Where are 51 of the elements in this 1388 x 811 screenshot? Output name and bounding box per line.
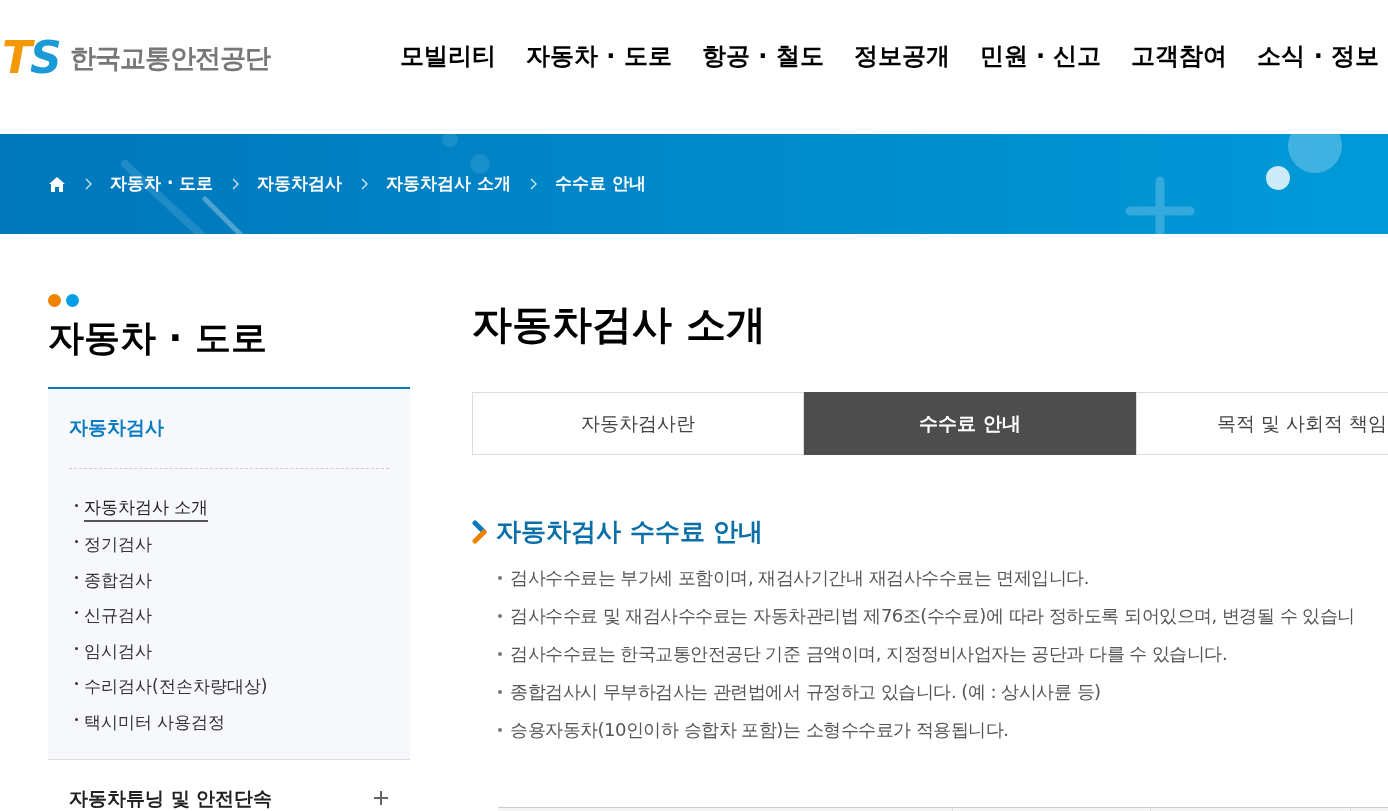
nav-link[interactable]: 소식 · 정보	[1257, 38, 1380, 74]
sidebar-link[interactable]: 수리검사(전손차량대상)	[84, 674, 268, 700]
chevron-right-icon	[84, 178, 92, 190]
breadcrumb-link[interactable]: 자동차 · 도로	[110, 171, 214, 197]
bullet-icon	[498, 575, 502, 580]
bullet-icon	[75, 646, 78, 650]
bullet-icon	[75, 611, 78, 615]
note-text: 검사수수료는 한국교통안전공단 기준 금액이며, 지정정비사업자는 공단과 다를 수 있습니다.	[510, 642, 1228, 666]
sidebar-link[interactable]: 신규검사	[84, 603, 152, 629]
bullet-icon	[75, 575, 78, 579]
sidebar-link[interactable]: 자동차검사 소개	[84, 494, 209, 522]
chevron-right-icon	[360, 178, 369, 190]
note-text: 검사수수료 및 재검사수수료는 자동차관리법 제76조(수수료)에 따라 정하도록 되어있으며, 변경될 수 있습니	[510, 604, 1355, 628]
sidebar-link[interactable]: 종합검사	[84, 567, 152, 593]
breadcrumb-link[interactable]: 자동차검사 소개	[386, 171, 512, 197]
note-text: 검사수수료는 부가세 포함이며, 재검사기간내 재검사수수료는 면제입니다.	[510, 566, 1090, 590]
bullet-icon	[498, 727, 502, 732]
sidebar-link[interactable]: 임시검사	[84, 638, 152, 664]
bullet-icon	[498, 689, 502, 694]
sidebar-group[interactable]: 자동차튜닝 및 안전단속	[69, 784, 273, 811]
nav-link[interactable]: 고객참여	[1131, 38, 1228, 74]
sidebar-group[interactable]: 자동차검사	[69, 413, 389, 442]
page-title: 자동차검사 소개	[472, 300, 767, 349]
bullet-icon	[75, 503, 78, 507]
nav-link[interactable]: 정보공개	[853, 38, 950, 74]
plus-icon[interactable]	[373, 790, 389, 807]
bullet-icon	[498, 613, 502, 618]
nav-link[interactable]: 항공 · 철도	[701, 38, 824, 74]
tab[interactable]: 자동차검사란	[472, 392, 804, 455]
bullet-icon	[75, 682, 78, 686]
logo-text: 한국교통안전공단	[69, 41, 270, 75]
sidebar-link[interactable]: 정기검사	[84, 532, 152, 558]
chevron-right-icon	[231, 178, 240, 190]
home-icon[interactable]	[48, 175, 66, 193]
section-heading: 자동차검사 수수료 안내	[496, 516, 764, 548]
nav-link[interactable]: 자동차 · 도로	[526, 38, 672, 74]
bullet-icon	[75, 540, 78, 544]
nav-link[interactable]: 모빌리티	[400, 38, 496, 74]
tab[interactable]: 목적 및 사회적 책임	[1136, 392, 1388, 455]
note-text: 승용자동차(10인이하 승합차 포함)는 소형수수료가 적용됩니다.	[510, 718, 1009, 742]
note-text: 종합검사시 무부하검사는 관련법에서 규정하고 있습니다. (예 : 상시사륜 등)	[510, 680, 1101, 704]
tab[interactable]: 수수료 안내	[804, 392, 1136, 455]
breadcrumb-link[interactable]: 자동차검사	[257, 171, 343, 197]
breadcrumb-link[interactable]: 수수료 안내	[555, 171, 647, 197]
sidebar-link[interactable]: 택시미터 사용검정	[84, 709, 226, 735]
nav-link[interactable]: 민원 · 신고	[979, 38, 1102, 74]
chevron-right-icon	[529, 178, 538, 190]
bullet-icon	[498, 651, 502, 656]
chevron-icon	[472, 519, 488, 544]
sidebar-title: 자동차 · 도로	[48, 316, 268, 360]
bullet-icon	[75, 717, 78, 721]
